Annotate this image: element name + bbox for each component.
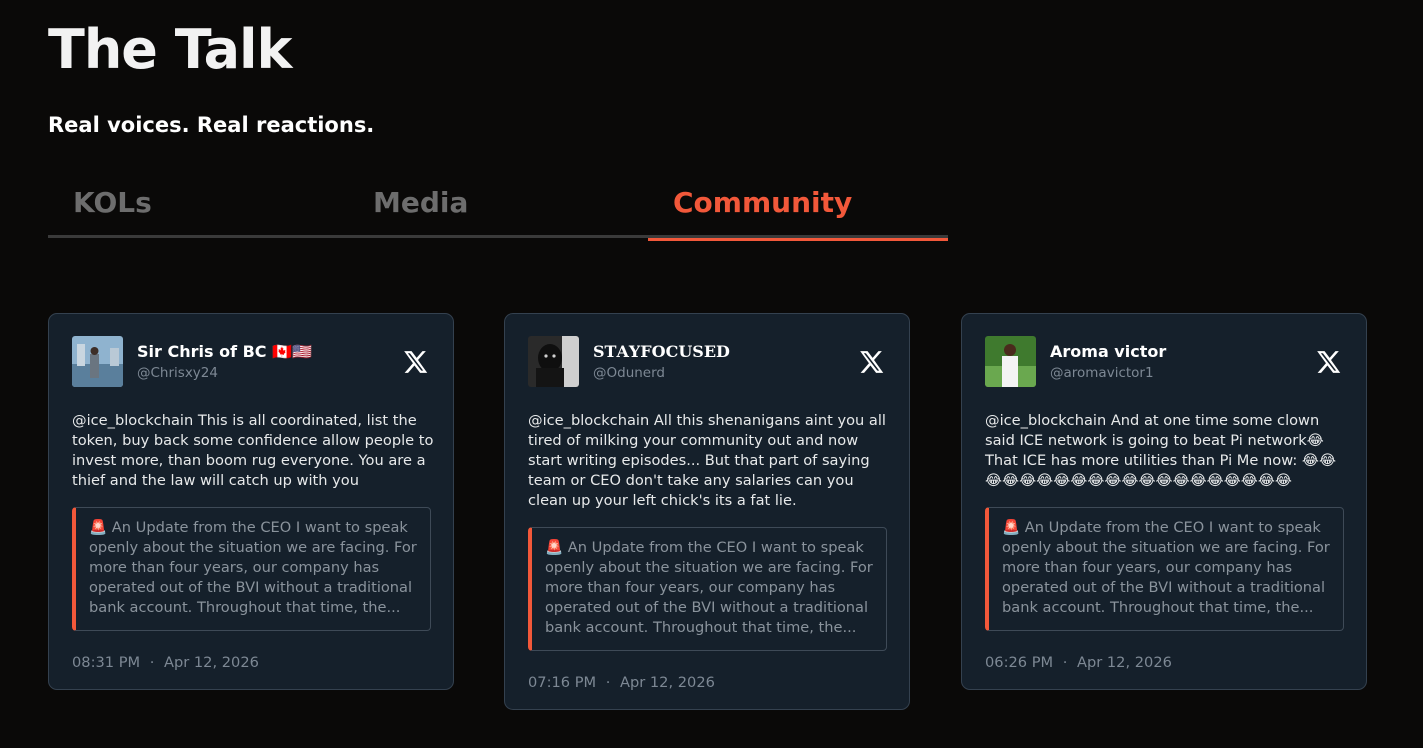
tweet-date: Apr 12, 2026 (620, 674, 715, 691)
tweet-timestamp: 06:26 PM · Apr 12, 2026 (985, 654, 1343, 671)
x-logo-icon[interactable] (1315, 349, 1341, 375)
avatar[interactable] (985, 336, 1036, 387)
tweet-time: 08:31 PM (72, 654, 141, 671)
tweet-date: Apr 12, 2026 (1077, 654, 1172, 671)
x-logo-icon[interactable] (402, 349, 428, 375)
avatar-photo-icon (985, 336, 1036, 387)
tweet-timestamp: 07:16 PM · Apr 12, 2026 (528, 674, 886, 691)
display-name[interactable]: Sir Chris of BC 🇨🇦🇺🇸 (137, 342, 402, 362)
tab-bar: KOLs Media Community (48, 180, 948, 241)
avatar-photo-icon (72, 336, 123, 387)
user-info: 𝐒𝐓𝐀𝐘𝐅𝐎𝐂𝐔𝐒𝐄𝐃 @Odunerd (593, 336, 858, 381)
tab-community[interactable]: Community (648, 180, 948, 241)
user-handle[interactable]: @aromavictor1 (1050, 365, 1315, 381)
tweet-text: @ice_blockchain And at one time some clo… (985, 412, 1336, 489)
avatar-photo-icon (528, 336, 579, 387)
tab-kols[interactable]: KOLs (48, 180, 348, 238)
user-handle[interactable]: @Odunerd (593, 365, 858, 381)
tweet-card[interactable]: Aroma victor @aromavictor1 @ice_blockcha… (961, 313, 1367, 690)
tweet-header: 𝐒𝐓𝐀𝐘𝐅𝐎𝐂𝐔𝐒𝐄𝐃 @Odunerd (528, 336, 886, 388)
x-logo-icon[interactable] (858, 349, 884, 375)
user-handle[interactable]: @Chrisxy24 (137, 365, 402, 381)
tweet-card[interactable]: Sir Chris of BC 🇨🇦🇺🇸 @Chrisxy24 @ice_blo… (48, 313, 454, 690)
page: The Talk Real voices. Real reactions. KO… (0, 0, 1423, 748)
avatar[interactable] (72, 336, 123, 387)
quoted-tweet[interactable]: 🚨 An Update from the CEO I want to speak… (528, 527, 887, 651)
meta-separator: · (605, 674, 611, 691)
meta-separator: · (149, 654, 155, 671)
user-info: Sir Chris of BC 🇨🇦🇺🇸 @Chrisxy24 (137, 336, 402, 381)
tweet-header: Aroma victor @aromavictor1 (985, 336, 1343, 388)
display-name[interactable]: 𝐒𝐓𝐀𝐘𝐅𝐎𝐂𝐔𝐒𝐄𝐃 (593, 342, 858, 362)
tweet-timestamp: 08:31 PM · Apr 12, 2026 (72, 654, 430, 671)
meta-separator: · (1062, 654, 1068, 671)
tweet-card[interactable]: 𝐒𝐓𝐀𝐘𝐅𝐎𝐂𝐔𝐒𝐄𝐃 @Odunerd @ice_blockchain All… (504, 313, 910, 710)
tweet-header: Sir Chris of BC 🇨🇦🇺🇸 @Chrisxy24 (72, 336, 430, 388)
page-title: The Talk (48, 18, 292, 81)
user-info: Aroma victor @aromavictor1 (1050, 336, 1315, 381)
quoted-tweet[interactable]: 🚨 An Update from the CEO I want to speak… (985, 507, 1344, 631)
tweet-time: 06:26 PM (985, 654, 1054, 671)
quoted-tweet[interactable]: 🚨 An Update from the CEO I want to speak… (72, 507, 431, 631)
tweet-date: Apr 12, 2026 (164, 654, 259, 671)
tweet-time: 07:16 PM (528, 674, 597, 691)
display-name[interactable]: Aroma victor (1050, 342, 1315, 362)
tweet-text: @ice_blockchain All this shenanigans ain… (528, 412, 886, 509)
tab-media[interactable]: Media (348, 180, 648, 238)
tweet-text: @ice_blockchain This is all coordinated,… (72, 412, 434, 489)
page-subtitle: Real voices. Real reactions. (48, 113, 375, 137)
avatar[interactable] (528, 336, 579, 387)
